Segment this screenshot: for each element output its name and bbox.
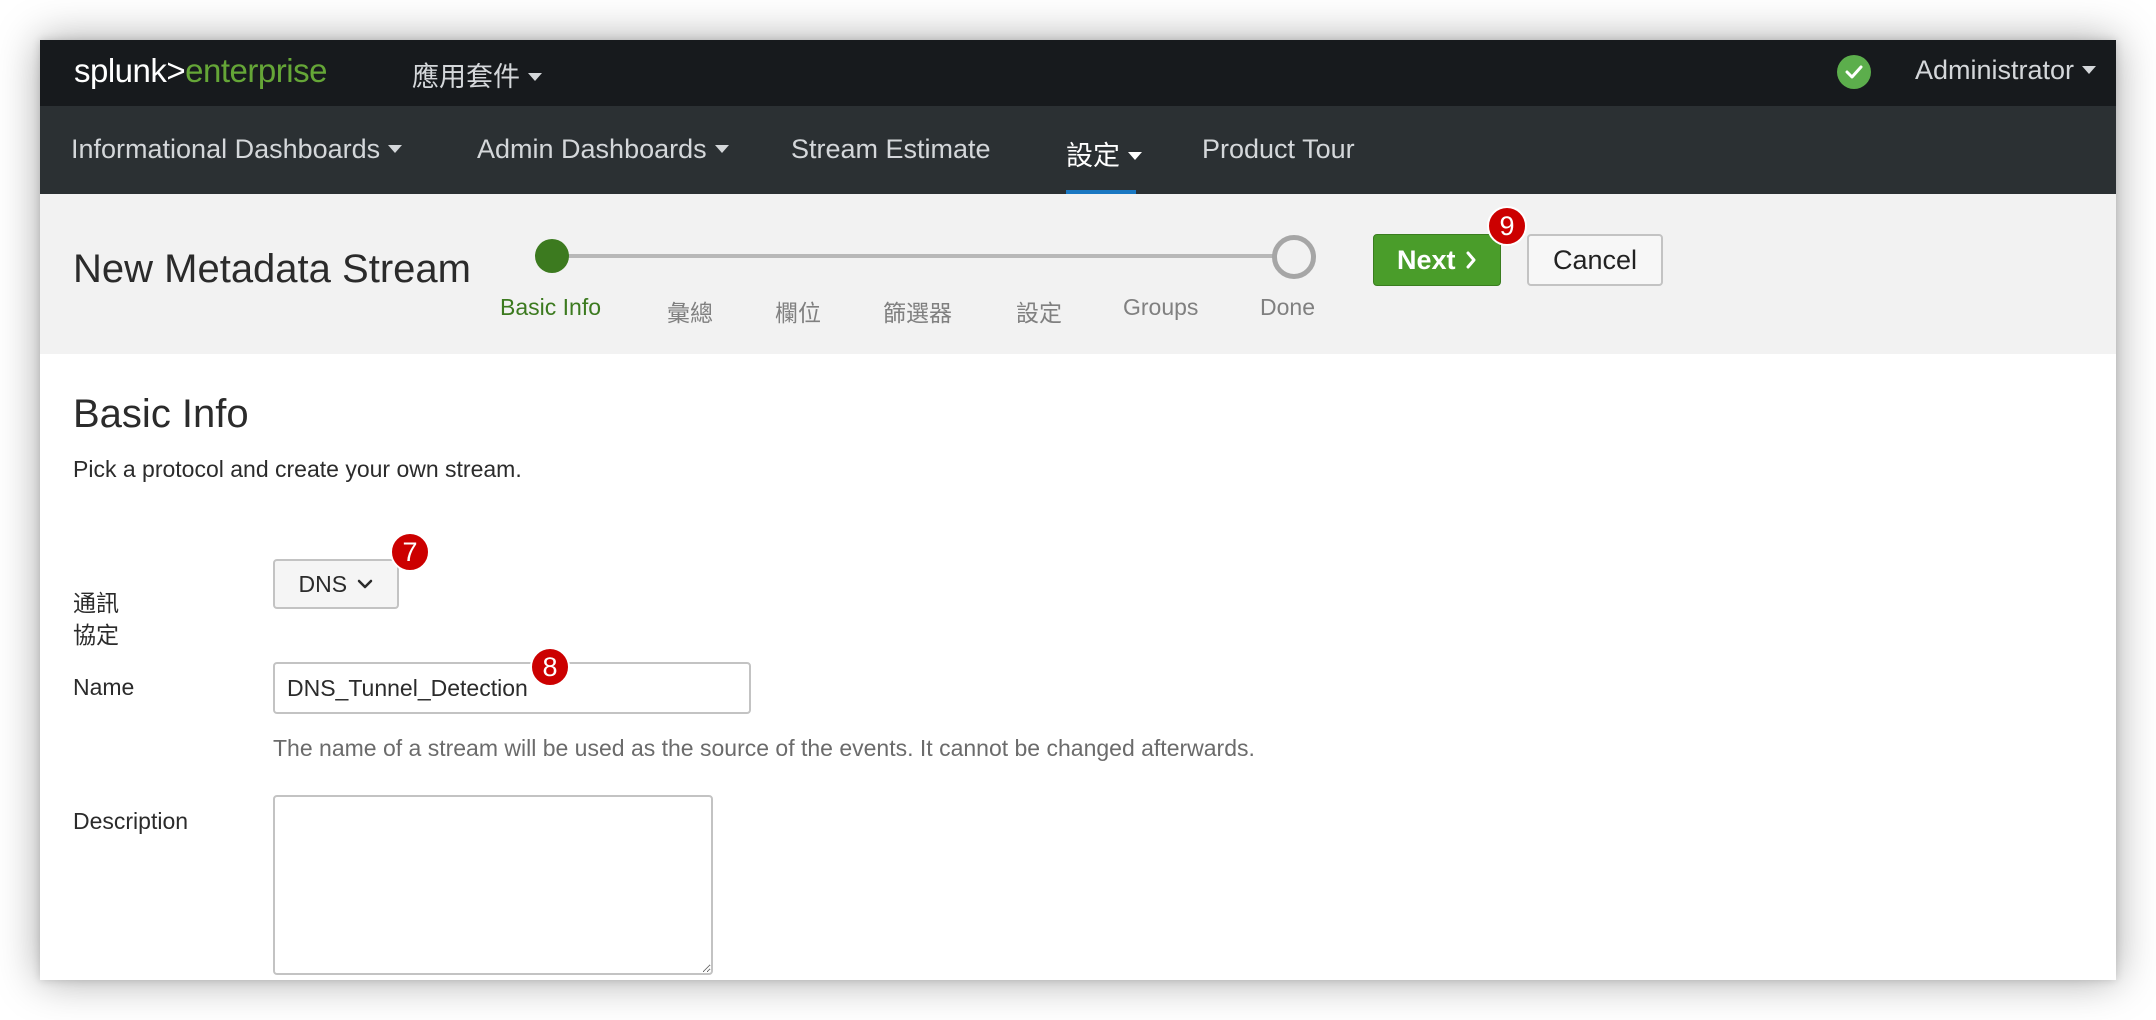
next-button[interactable]: Next [1373, 234, 1501, 286]
nav-item-label: Product Tour [1202, 134, 1355, 164]
chevron-down-icon [358, 579, 373, 589]
step-settings: 設定 [1016, 300, 1062, 326]
step-aggregation: 彙總 [667, 300, 713, 326]
caret-down-icon [388, 144, 403, 153]
user-menu[interactable]: Administrator [1915, 55, 2097, 86]
nav-informational-dashboards[interactable]: Informational Dashboards [71, 134, 403, 165]
description-label: Description [73, 808, 189, 834]
user-menu-label: Administrator [1915, 55, 2075, 85]
name-help-text: The name of a stream will be used as the… [273, 735, 1255, 761]
app-window: splunk>enterprise 應用套件 Administrator Inf… [40, 40, 2116, 980]
logo-splunk-text: splunk> [74, 52, 186, 89]
protocol-label-line2: 協定 [73, 622, 119, 648]
step-current-dot [535, 239, 569, 273]
protocol-label: 通訊 協定 [73, 587, 119, 651]
step-done: Done [1260, 294, 1315, 320]
section-description: Pick a protocol and create your own stre… [73, 456, 522, 482]
wizard-header: New Metadata Stream Basic Info 彙總 欄位 篩選器… [40, 194, 2116, 354]
next-button-label: Next [1396, 245, 1456, 275]
name-input[interactable] [273, 662, 751, 714]
apps-menu[interactable]: 應用套件 [412, 55, 542, 94]
nav-product-tour[interactable]: Product Tour [1202, 134, 1355, 165]
health-status-check-icon[interactable] [1837, 55, 1871, 89]
step-progress-line [552, 254, 1292, 258]
step-basic-info: Basic Info [500, 294, 601, 320]
description-textarea[interactable] [273, 795, 713, 975]
top-bar: splunk>enterprise 應用套件 Administrator [40, 40, 2116, 106]
app-nav-bar: Informational Dashboards Admin Dashboard… [40, 106, 2116, 194]
annotation-badge-9: 9 [1487, 206, 1527, 246]
annotation-badge-8: 8 [530, 647, 570, 687]
protocol-select[interactable]: DNS [273, 559, 399, 609]
annotation-badge-7: 7 [390, 532, 430, 572]
caret-down-icon [2082, 65, 2097, 74]
nav-item-label: Admin Dashboards [477, 134, 707, 164]
caret-down-icon [714, 144, 729, 153]
step-fields: 欄位 [775, 300, 821, 326]
page-title: New Metadata Stream [73, 247, 471, 291]
caret-down-icon [528, 72, 542, 81]
chevron-right-icon [1466, 251, 1476, 269]
step-groups: Groups [1123, 294, 1199, 320]
nav-admin-dashboards[interactable]: Admin Dashboards [477, 134, 729, 165]
nav-settings[interactable]: 設定 [1066, 134, 1142, 173]
cancel-button[interactable]: Cancel [1527, 234, 1663, 286]
nav-item-label: 設定 [1066, 141, 1120, 171]
apps-menu-label: 應用套件 [412, 62, 520, 92]
name-label: Name [73, 674, 135, 700]
protocol-label-line1: 通訊 [73, 590, 119, 616]
logo-enterprise-text: enterprise [185, 52, 327, 89]
splunk-logo[interactable]: splunk>enterprise [74, 52, 327, 90]
nav-item-label: Stream Estimate [791, 134, 991, 164]
nav-stream-estimate[interactable]: Stream Estimate [791, 134, 991, 165]
caret-down-icon [1128, 151, 1142, 160]
section-title: Basic Info [73, 392, 249, 436]
step-filters: 篩選器 [883, 300, 952, 326]
step-done-dot [1272, 235, 1316, 279]
protocol-select-value: DNS [298, 571, 348, 597]
nav-item-label: Informational Dashboards [71, 134, 381, 164]
